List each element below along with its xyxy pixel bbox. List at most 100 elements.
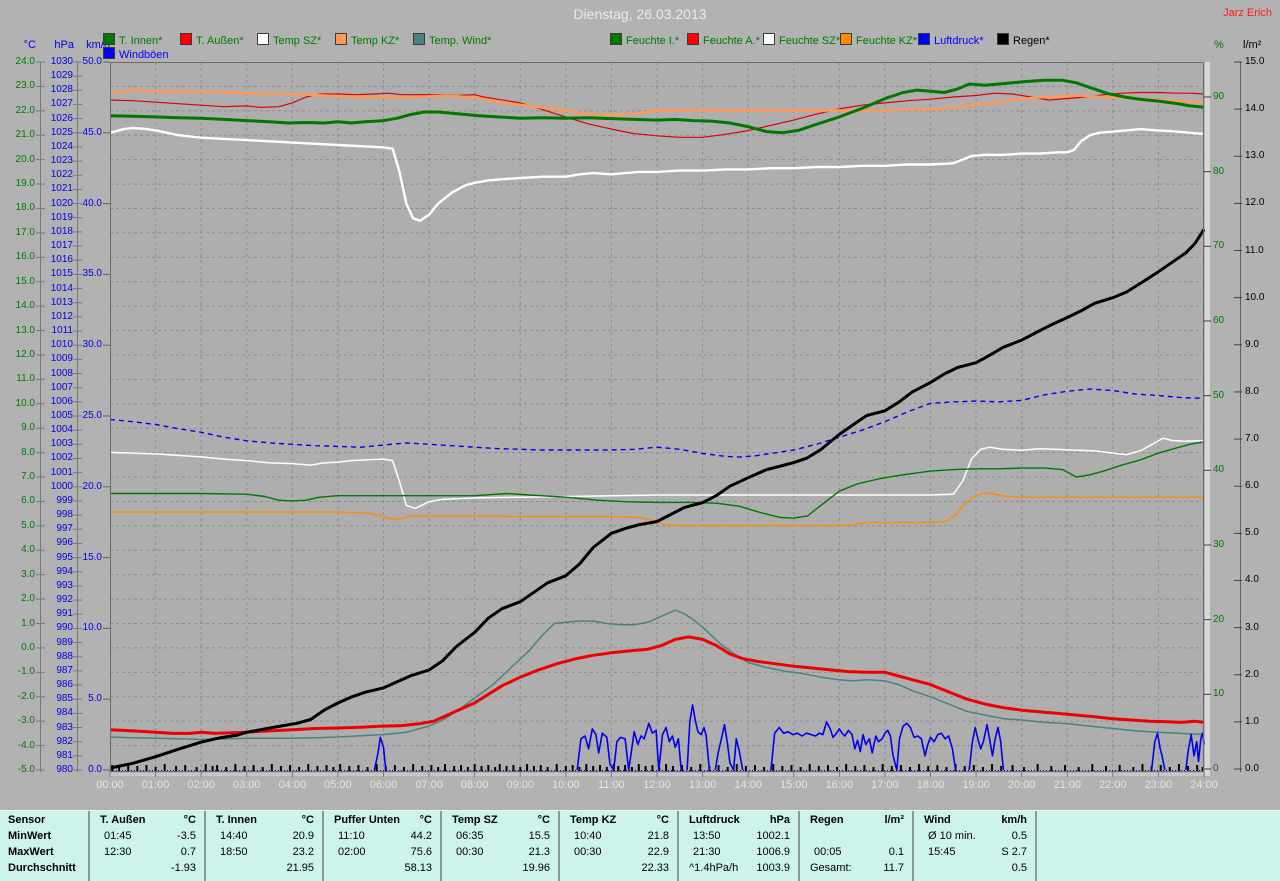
max-time: 18:50 — [220, 846, 248, 858]
hpa-tick-label: 1005 — [50, 410, 73, 421]
percent-tick-label: 70 — [1213, 240, 1225, 252]
table-column-t-innen: T. Innen °C 14:40 20.9 18:50 23.2 21.95 — [204, 811, 322, 881]
percent-tick-label: 90 — [1213, 90, 1225, 102]
time-tick-label: 19:00 — [962, 779, 990, 791]
sensor-unit: °C — [656, 814, 669, 826]
sensor-name: T. Innen — [216, 814, 257, 826]
celsius-tick-label: 24.0 — [15, 56, 35, 67]
lm2-tick-label: 14.0 — [1245, 103, 1265, 115]
kmh-tick-label: 5.0 — [88, 693, 102, 705]
avg-value: 58.13 — [404, 862, 432, 874]
hpa-tick-label: 996 — [56, 537, 73, 549]
time-tick-label: 08:00 — [460, 779, 489, 791]
hpa-tick-label: 1016 — [50, 254, 73, 266]
hpa-tick-label: 981 — [56, 749, 73, 761]
chart-plot[interactable] — [0, 0, 1280, 810]
lm2-tick-label: 12.0 — [1245, 197, 1265, 209]
hpa-tick-label: 1012 — [50, 310, 73, 322]
hpa-tick-label: 1030 — [50, 56, 73, 67]
sensor-name: Temp KZ — [570, 814, 617, 826]
time-tick-label: 17:00 — [871, 779, 899, 791]
time-tick-label: 09:00 — [506, 779, 535, 791]
sensor-unit: °C — [419, 814, 432, 826]
max-value: 1006.9 — [756, 846, 790, 858]
time-tick-label: 14:00 — [734, 779, 762, 791]
time-tick-label: 10:00 — [552, 779, 580, 791]
percent-tick-label: 30 — [1213, 538, 1225, 550]
hpa-tick-label: 986 — [56, 679, 73, 691]
percent-tick-label: 0 — [1213, 763, 1219, 774]
sensor-name: Temp SZ — [452, 814, 498, 826]
lm2-tick-label: 6.0 — [1245, 480, 1259, 492]
hpa-tick-label: 1004 — [50, 424, 73, 436]
table-column-wind: Wind km/h Ø 10 min. 0.5 15:45 S 2.7 0.5 — [912, 811, 1035, 881]
celsius-tick-label: 18.0 — [15, 202, 35, 214]
lm2-tick-label: 11.0 — [1245, 244, 1264, 256]
avg-value: 0.5 — [1011, 862, 1027, 874]
kmh-tick-label: 25.0 — [82, 410, 102, 421]
hpa-tick-label: 1006 — [50, 395, 73, 407]
hpa-tick-label: 983 — [56, 721, 73, 733]
kmh-tick-label: 45.0 — [82, 126, 102, 138]
time-tick-label: 21:00 — [1053, 779, 1082, 791]
table-column-puffer-unten: Puffer Unten °C 11:10 44.2 02:00 75.6 58.13 — [322, 811, 440, 881]
hpa-tick-label: 1023 — [50, 155, 73, 167]
hpa-tick-label: 990 — [56, 622, 73, 634]
time-tick-label: 07:00 — [415, 779, 443, 791]
min-time: 11:10 — [338, 830, 365, 842]
kmh-tick-label: 30.0 — [82, 339, 102, 351]
hpa-tick-label: 1022 — [50, 169, 73, 181]
lm2-tick-label: 8.0 — [1245, 385, 1259, 397]
table-column-temp-sz: Temp SZ °C 06:35 15.5 00:30 21.3 19.96 — [440, 811, 558, 881]
celsius-tick-label: 7.0 — [21, 471, 35, 483]
hpa-tick-label: 1003 — [50, 438, 73, 450]
hpa-tick-label: 982 — [56, 735, 73, 747]
percent-tick-label: 10 — [1213, 688, 1225, 700]
sensor-unit: km/h — [1001, 814, 1027, 826]
celsius-tick-label: 1.0 — [21, 617, 35, 629]
lm2-tick-label: 3.0 — [1245, 621, 1259, 633]
celsius-tick-label: -3.0 — [17, 715, 35, 727]
max-value: 0.1 — [888, 846, 904, 858]
time-tick-label: 15:00 — [779, 779, 808, 791]
celsius-tick-label: 19.0 — [15, 178, 35, 190]
weather-day-view-window: Dienstag, 26.03.2013 Jarz Erich °C hPa k… — [0, 0, 1280, 881]
lm2-tick-label: 2.0 — [1245, 668, 1259, 680]
hpa-tick-label: 1026 — [50, 112, 73, 124]
table-column-luftdruck: Luftdruck hPa 13:50 1002.1 21:30 1006.9 ^1.4hP… — [677, 811, 798, 881]
table-row-label: MinWert — [8, 830, 52, 842]
hpa-tick-label: 980 — [56, 764, 73, 775]
min-time: 13:50 — [693, 830, 721, 842]
table-column-temp-kz: Temp KZ °C 10:40 21.8 00:30 22.9 22.33 — [558, 811, 677, 881]
lm2-tick-label: 1.0 — [1245, 715, 1259, 727]
time-tick-label: 02:00 — [187, 779, 215, 791]
time-tick-label: 12:00 — [643, 779, 671, 791]
celsius-tick-label: 16.0 — [15, 251, 35, 263]
min-value: -3.5 — [177, 830, 196, 842]
min-value: 1002.1 — [756, 830, 790, 842]
hpa-tick-label: 1013 — [50, 296, 73, 308]
table-row-label: MaxWert — [8, 846, 54, 858]
time-tick-label: 05:00 — [324, 779, 352, 791]
max-value: S 2.7 — [1001, 846, 1027, 858]
time-tick-label: 16:00 — [825, 779, 854, 791]
hpa-tick-label: 1010 — [50, 339, 73, 351]
min-value: 0.5 — [1011, 830, 1027, 842]
min-value: 21.8 — [647, 830, 669, 842]
lm2-tick-label: 9.0 — [1245, 338, 1259, 350]
hpa-tick-label: 989 — [56, 636, 73, 648]
time-tick-label: 11:00 — [598, 779, 625, 791]
hpa-tick-label: 1027 — [50, 98, 73, 110]
time-tick-label: 13:00 — [688, 779, 717, 791]
celsius-tick-label: 13.0 — [15, 324, 35, 336]
hpa-tick-label: 1007 — [50, 381, 73, 393]
hpa-tick-label: 1020 — [50, 197, 73, 209]
min-time: 06:35 — [456, 830, 484, 842]
kmh-tick-label: 50.0 — [82, 56, 102, 67]
lm2-tick-label: 0.0 — [1245, 763, 1259, 774]
celsius-tick-label: 17.0 — [15, 226, 35, 238]
percent-tick-label: 80 — [1213, 165, 1225, 177]
hpa-tick-label: 992 — [56, 594, 73, 606]
max-time: 00:30 — [456, 846, 484, 858]
min-time: 01:45 — [104, 830, 132, 842]
